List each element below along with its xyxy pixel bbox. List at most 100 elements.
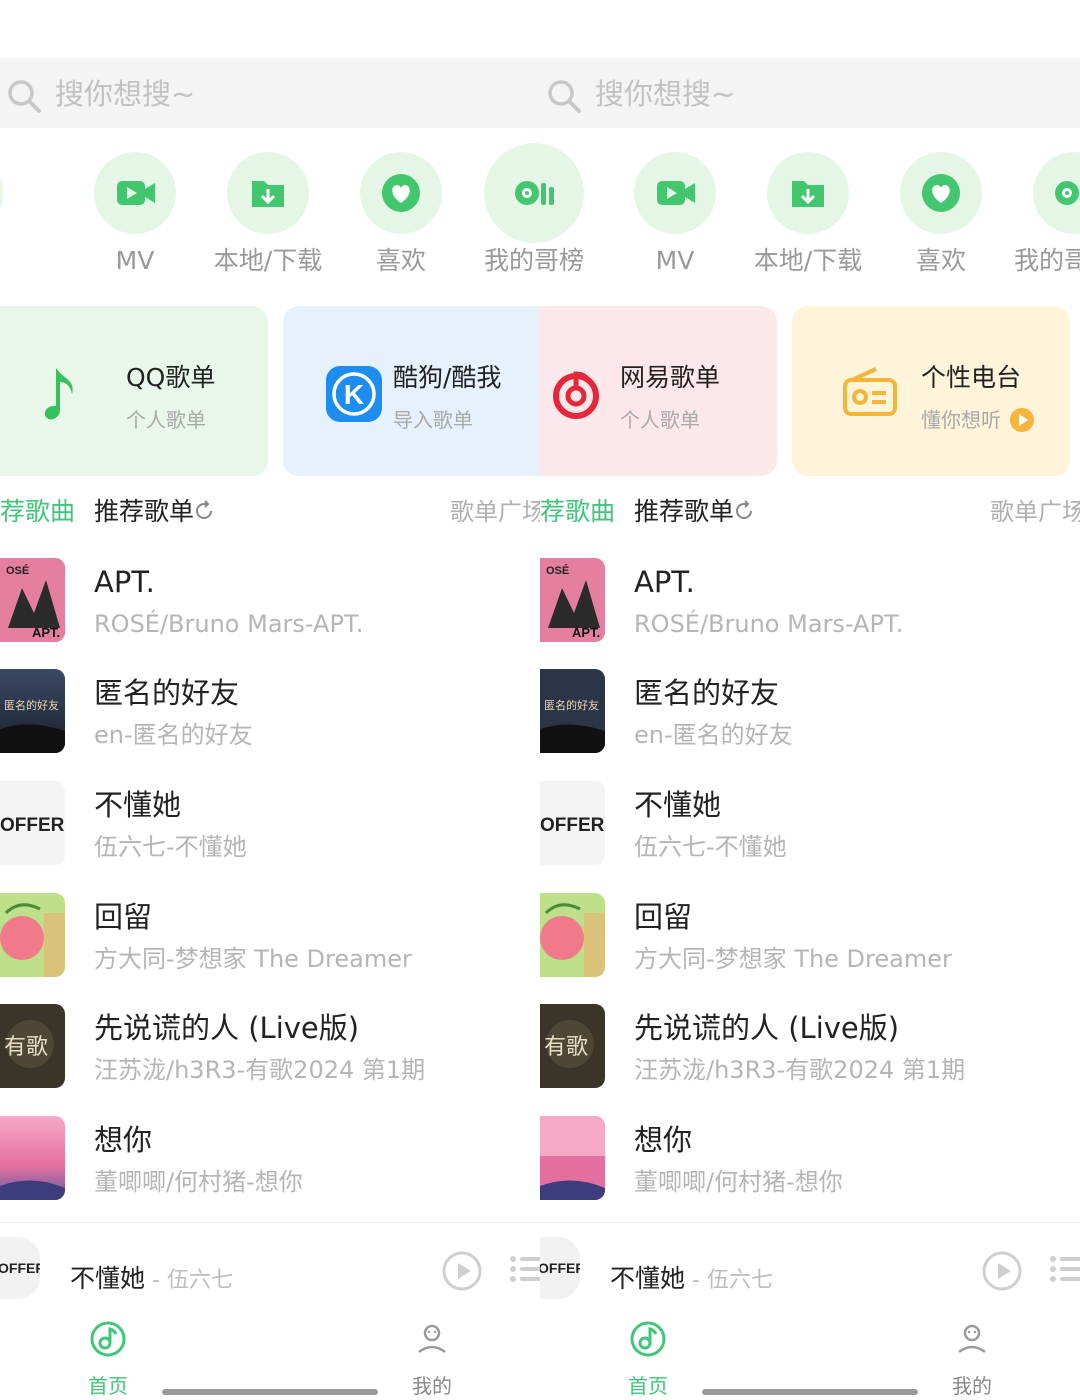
category-label: MV bbox=[655, 246, 695, 275]
heart-icon bbox=[360, 152, 442, 234]
album-cover: OSÉ APT. bbox=[0, 558, 65, 642]
song-artist-album: 方大同-梦想家 The Dreamer bbox=[634, 945, 952, 973]
song-row[interactable]: 回留 方大同-梦想家 The Dreamer bbox=[0, 893, 540, 983]
music-disc-icon bbox=[90, 1321, 126, 1357]
home-indicator bbox=[702, 1389, 918, 1395]
song-artist-album: 董唧唧/何村猪-想你 bbox=[634, 1168, 843, 1196]
song-row[interactable]: 匿名的好友 匿名的好友 en-匿名的好友 bbox=[0, 669, 540, 759]
netease-cloud-icon bbox=[553, 371, 599, 419]
svg-text:匿名的好友: 匿名的好友 bbox=[544, 698, 599, 712]
play-circle-icon[interactable] bbox=[1010, 408, 1034, 432]
play-icon[interactable] bbox=[442, 1251, 482, 1291]
qq-card-title: QQ歌单 bbox=[126, 363, 216, 392]
player-song-title: 不懂她 bbox=[70, 1264, 146, 1293]
category-label: 喜欢 bbox=[915, 246, 966, 275]
category-favorites[interactable]: 喜欢 bbox=[871, 152, 1011, 282]
player-cover: OFFER bbox=[0, 1237, 40, 1299]
song-title: 想你 bbox=[94, 1123, 153, 1157]
mini-player[interactable]: OFFER 不懂她 - 伍六七 bbox=[0, 1222, 540, 1313]
category-label: 本地/下载 bbox=[753, 246, 863, 275]
folder-download-icon bbox=[767, 152, 849, 234]
category-favorites[interactable]: 喜欢 bbox=[331, 152, 471, 282]
category-label: 本地/下载 bbox=[213, 246, 323, 275]
search-placeholder: 搜你想搜~ bbox=[595, 77, 736, 111]
song-row[interactable]: OSÉ APT. APT. ROSÉ/Bruno Mars-APT. bbox=[540, 558, 1080, 648]
nav-home[interactable]: 首页 bbox=[588, 1320, 708, 1400]
song-artist-album: 董唧唧/何村猪-想你 bbox=[94, 1168, 303, 1196]
category-mv[interactable]: MV bbox=[65, 152, 205, 282]
category-my-charts[interactable]: 我的哥榜 bbox=[540, 143, 604, 282]
category-row: 行榜 MV 本地/下载 喜欢 我的哥榜 bbox=[0, 143, 540, 282]
nav-mine[interactable]: 我的 bbox=[372, 1320, 492, 1400]
song-title: 先说谎的人 (Live版) bbox=[634, 1011, 900, 1045]
svg-text:OFFER: OFFER bbox=[540, 815, 605, 836]
category-mv[interactable]: MV bbox=[605, 152, 745, 282]
svg-text:OFFER: OFFER bbox=[540, 1260, 580, 1276]
kugou-playlist-card[interactable]: K 酷狗/酷我 导入歌单 bbox=[283, 306, 540, 476]
tab-recommended-playlists[interactable]: 推荐歌单 bbox=[634, 494, 734, 530]
song-title: APT. bbox=[94, 565, 155, 599]
song-title: 不懂她 bbox=[634, 788, 722, 822]
song-row[interactable]: OFFER 不懂她 伍六七-不懂她 bbox=[0, 781, 540, 871]
tab-recommended-playlists[interactable]: 推荐歌单 bbox=[94, 494, 194, 530]
video-camera-icon bbox=[634, 152, 716, 234]
song-title: APT. bbox=[634, 565, 695, 599]
song-row[interactable]: OSÉ APT. APT. ROSÉ/Bruno Mars-APT. bbox=[0, 558, 540, 648]
player-title: 不懂她 - 伍六七 bbox=[610, 1261, 773, 1299]
right-pane: 搜你想搜~ 我的哥榜 MV 本地/下载 喜欢 bbox=[540, 0, 1080, 1400]
nav-mine-label: 我的 bbox=[412, 1374, 452, 1398]
song-row[interactable]: 有歌 先说谎的人 (Live版) 汪苏泷/h3R3-有歌2024 第1期 bbox=[0, 1004, 540, 1094]
album-cover bbox=[0, 893, 65, 977]
tab-playlist-plaza[interactable]: 歌单广场 bbox=[450, 494, 540, 530]
song-title: 先说谎的人 (Live版) bbox=[94, 1011, 360, 1045]
radio-card[interactable]: 个性电台 懂你想听 bbox=[792, 306, 1070, 476]
folder-download-icon bbox=[227, 152, 309, 234]
svg-text:匿名的好友: 匿名的好友 bbox=[4, 698, 59, 712]
category-local-download[interactable]: 本地/下载 bbox=[198, 152, 338, 282]
song-title: 回留 bbox=[94, 900, 153, 934]
refresh-icon[interactable] bbox=[733, 500, 755, 522]
user-icon bbox=[958, 1324, 986, 1354]
nav-home-label: 首页 bbox=[628, 1374, 668, 1398]
netease-playlist-card[interactable]: 网易歌单 个人歌单 bbox=[540, 306, 777, 476]
heart-icon bbox=[900, 152, 982, 234]
playlist-icon[interactable] bbox=[1048, 1251, 1080, 1287]
album-cover: 匿名的好友 bbox=[0, 669, 65, 753]
category-label: 我的哥榜 bbox=[483, 246, 540, 275]
mini-player[interactable]: OFFER 不懂她 - 伍六七 bbox=[540, 1222, 1080, 1313]
album-cover: OSÉ APT. bbox=[540, 558, 605, 642]
tab-recommended-songs[interactable]: 荐歌曲 bbox=[540, 494, 615, 530]
nav-mine-label: 我的 bbox=[952, 1374, 992, 1398]
play-icon[interactable] bbox=[982, 1251, 1022, 1291]
refresh-icon[interactable] bbox=[193, 500, 215, 522]
album-cover: OFFER bbox=[0, 781, 65, 865]
song-artist-album: 汪苏泷/h3R3-有歌2024 第1期 bbox=[634, 1056, 966, 1084]
song-title: 匿名的好友 bbox=[634, 676, 780, 710]
category-local-download[interactable]: 本地/下载 bbox=[738, 152, 878, 282]
search-icon bbox=[8, 80, 41, 113]
vinyl-chart-icon bbox=[484, 143, 540, 243]
bottom-nav: 首页 我的 bbox=[540, 1320, 1080, 1400]
nav-home[interactable]: 首页 bbox=[48, 1320, 168, 1400]
playlist-icon[interactable] bbox=[508, 1251, 540, 1287]
music-disc-icon bbox=[630, 1321, 666, 1357]
category-my-charts[interactable]: 我的哥 bbox=[1004, 152, 1080, 282]
qq-playlist-card[interactable]: QQ歌单 个人歌单 bbox=[0, 306, 268, 476]
album-cover: 有歌 bbox=[540, 1004, 605, 1088]
category-my-charts[interactable]: 我的哥榜 bbox=[464, 143, 540, 282]
user-icon bbox=[418, 1324, 446, 1354]
category-charts[interactable]: 行榜 bbox=[0, 152, 32, 282]
video-camera-icon bbox=[94, 152, 176, 234]
tab-recommended-songs[interactable]: 荐歌曲 bbox=[0, 494, 75, 530]
song-title: 匿名的好友 bbox=[94, 676, 240, 710]
tab-playlist-plaza[interactable]: 歌单广场 bbox=[990, 494, 1080, 530]
song-row[interactable]: 想你 董唧唧/何村猪-想你 bbox=[0, 1116, 540, 1206]
song-row[interactable]: 匿名的好友 匿名的好友 en-匿名的好友 bbox=[540, 669, 1080, 759]
home-indicator bbox=[162, 1389, 378, 1395]
nav-home-label: 首页 bbox=[88, 1374, 128, 1398]
song-row[interactable]: 想你 董唧唧/何村猪-想你 bbox=[540, 1116, 1080, 1206]
song-row[interactable]: 有歌 先说谎的人 (Live版) 汪苏泷/h3R3-有歌2024 第1期 bbox=[540, 1004, 1080, 1094]
song-row[interactable]: OFFER 不懂她 伍六七-不懂她 bbox=[540, 781, 1080, 871]
nav-mine[interactable]: 我的 bbox=[912, 1320, 1032, 1400]
song-row[interactable]: 回留 方大同-梦想家 The Dreamer bbox=[540, 893, 1080, 983]
